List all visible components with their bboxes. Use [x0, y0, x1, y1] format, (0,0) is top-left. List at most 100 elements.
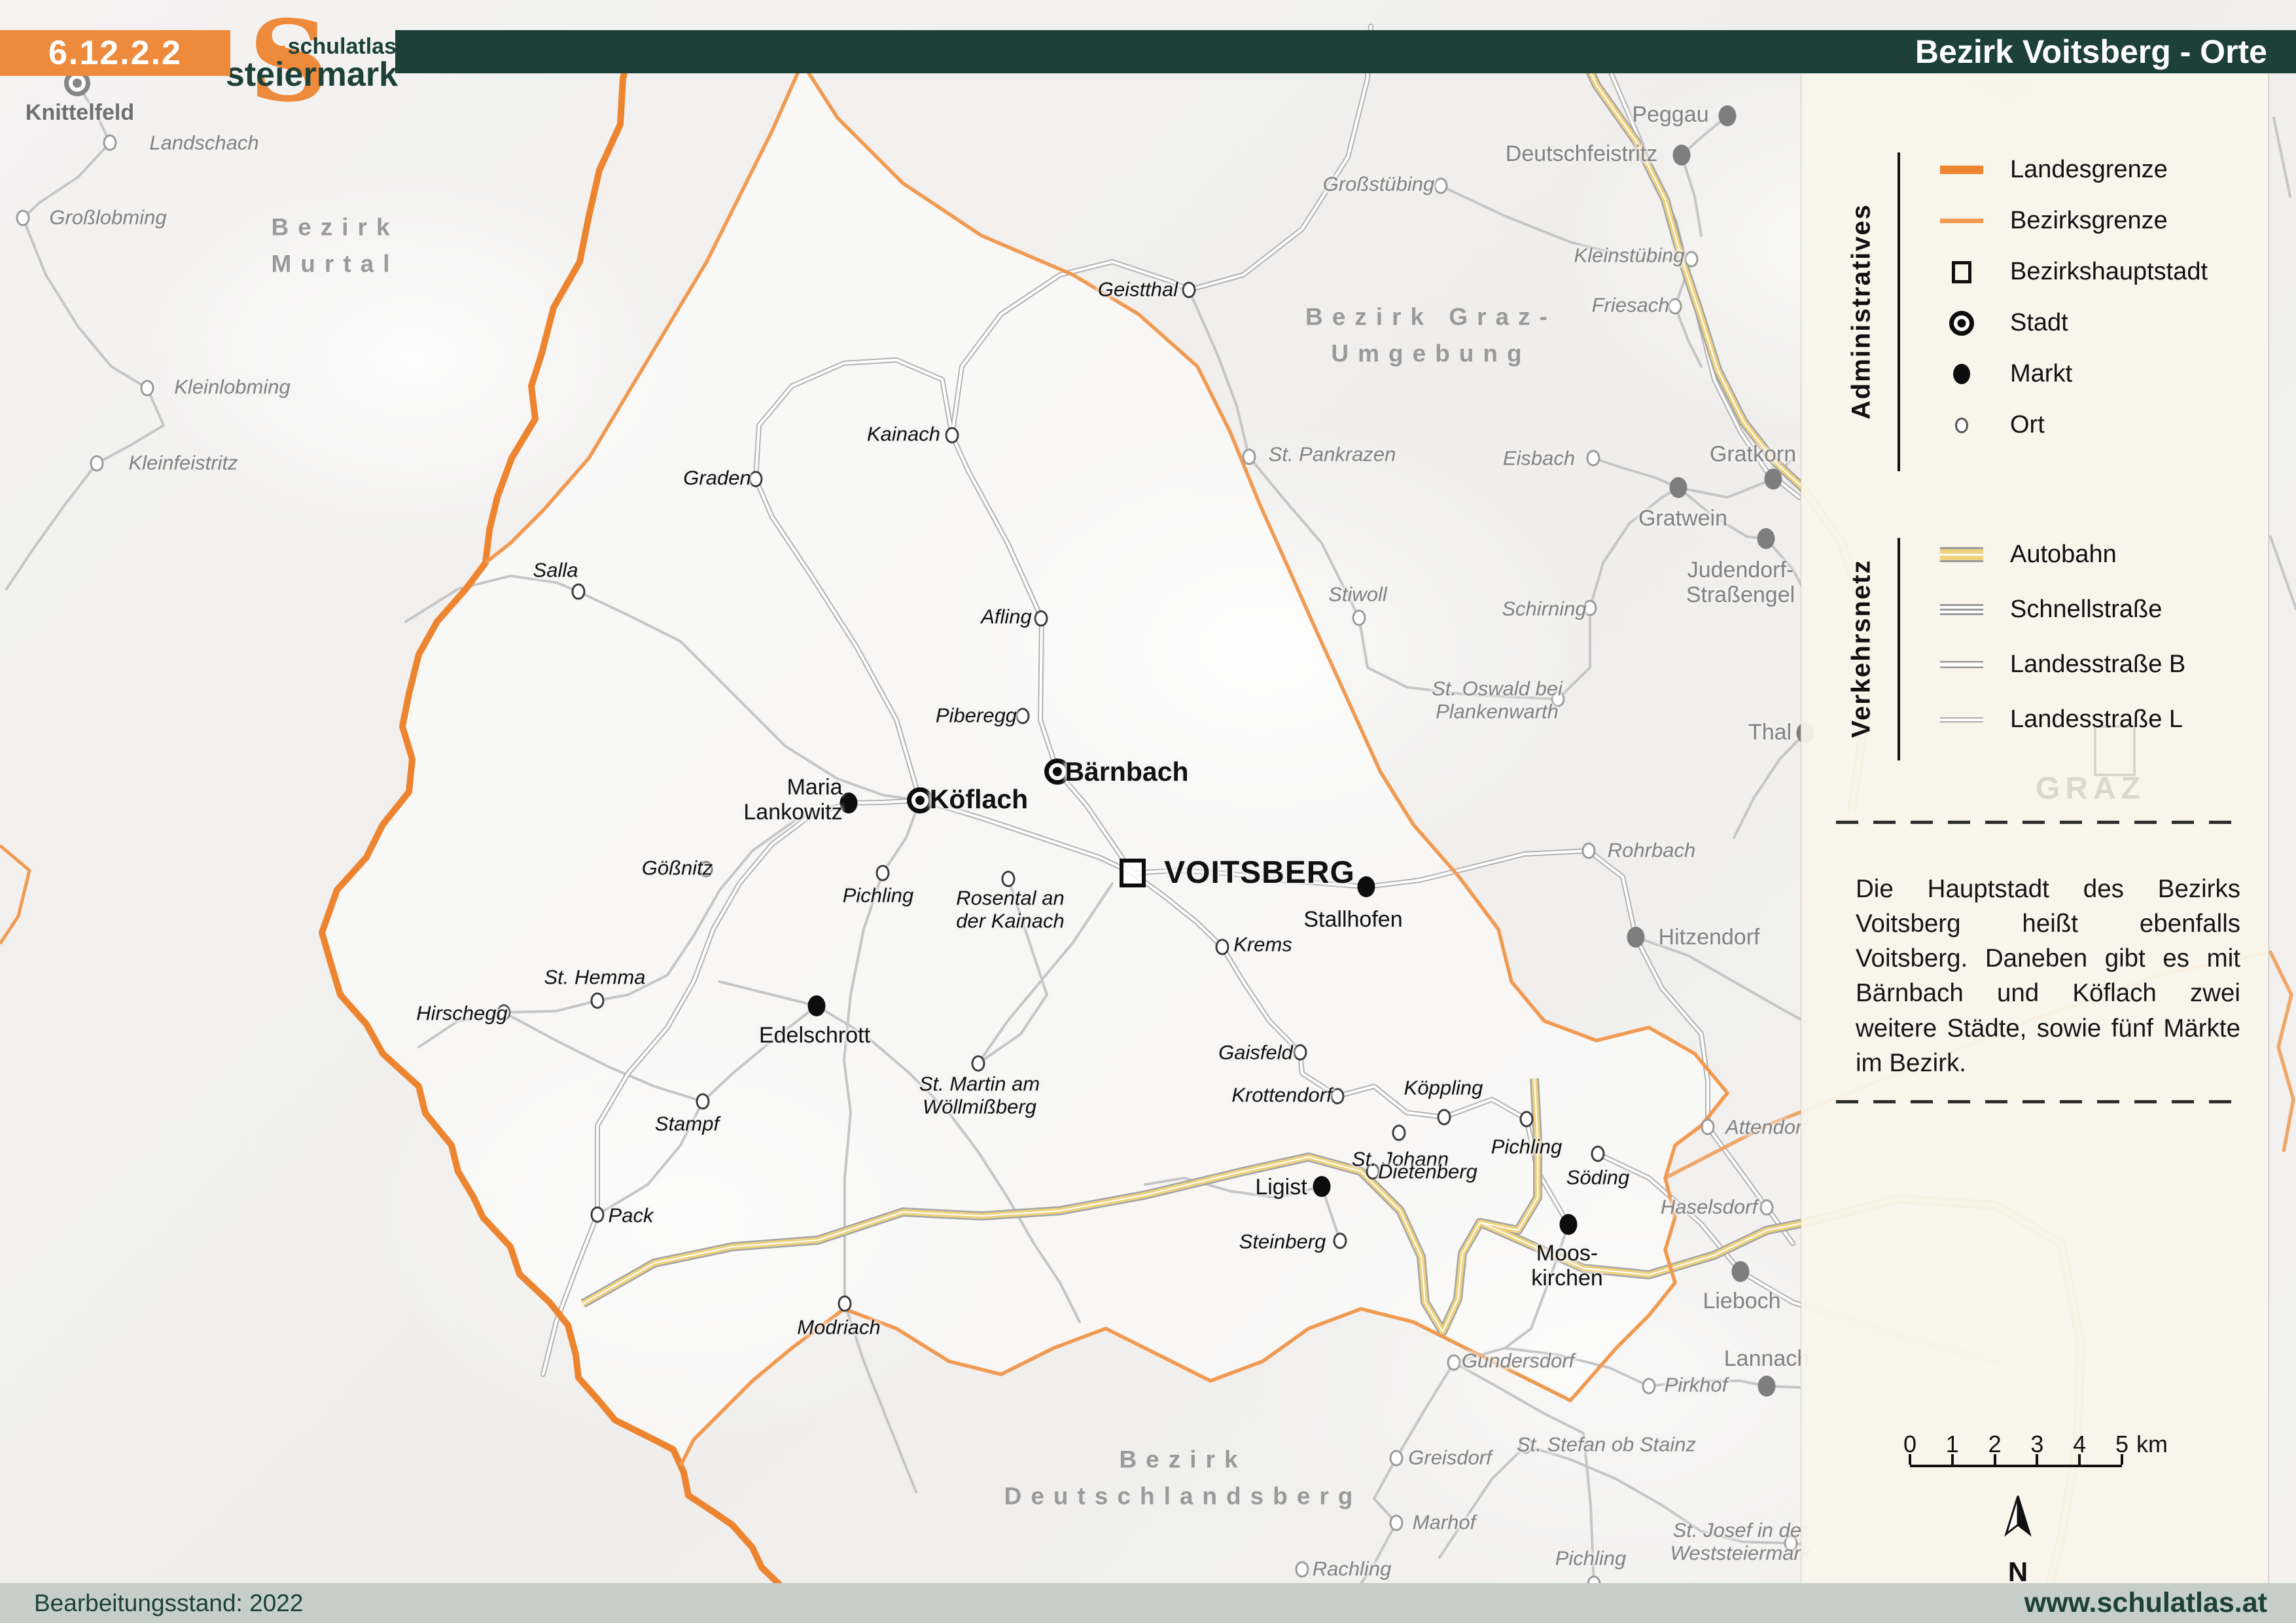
place-label: Hirschegg [416, 1003, 508, 1026]
legend-label: Landesstraße L [2010, 705, 2183, 734]
place-marker-ort [1591, 1146, 1605, 1162]
note-divider-top [1836, 821, 2236, 824]
place-marker-ort [1034, 611, 1048, 627]
place-marker-ort [1669, 298, 1682, 315]
place-marker-ort [1016, 708, 1030, 724]
place-marker-markt [1673, 145, 1691, 166]
place-label: VOITSBERG [1164, 855, 1355, 891]
place-label: Landschach [149, 132, 258, 155]
legend-symbol-schnell [1940, 604, 1983, 615]
place-marker-ort [1294, 1044, 1307, 1061]
place-marker-ort [1447, 1355, 1461, 1371]
place-label: St. Hemma [544, 967, 645, 990]
place-label: Knittelfeld [26, 100, 134, 125]
scale-unit: km [2136, 1431, 2168, 1458]
place-label: Kainach [867, 423, 940, 446]
place-marker-ort [1296, 1561, 1309, 1578]
district-area [322, 63, 1727, 1466]
place-label: St. Martin am Wöllmißberg [919, 1073, 1040, 1118]
place-marker-ort [1701, 1119, 1715, 1135]
place-label: Piberegg [936, 705, 1017, 728]
scale-tick [1994, 1454, 1996, 1465]
place-label: Kleinlobming [174, 376, 291, 399]
footer-url: www.schulatlas.at [2024, 1587, 2267, 1619]
legend-label: Bezirkshauptstadt [2010, 258, 2208, 286]
place-marker-ort [696, 1094, 710, 1110]
place-label: Großstübing [1323, 173, 1435, 196]
scale-tick [2121, 1454, 2123, 1465]
place-marker-ort [1760, 1200, 1774, 1216]
legend-item-line-thin: Bezirksgrenze [1930, 207, 2168, 235]
region-label: Bezirk Deutschlandsberg [1004, 1442, 1362, 1514]
graz-label: GRAZ [2036, 771, 2146, 807]
place-label: Kleinfeistritz [128, 452, 238, 475]
place-label: Pichling [1555, 1548, 1627, 1571]
place-marker-markt [1358, 876, 1375, 897]
place-label: Salla [533, 560, 578, 582]
place-marker-markt [808, 995, 826, 1016]
place-marker-ort [1182, 282, 1196, 298]
legend-divider-verkehr [1898, 538, 1900, 760]
place-marker-ort [1685, 251, 1699, 268]
place-label: Stiwoll [1328, 584, 1387, 607]
footer-status: Bearbeitungsstand: 2022 [34, 1590, 303, 1617]
region-label: Bezirk Murtal [271, 209, 398, 282]
district-note: Die Hauptstadt des Bezirks Voitsberg hei… [1856, 872, 2240, 1080]
title-bar: Bezirk Voitsberg - Orte [395, 30, 2296, 73]
legend-item-autobahn: Autobahn [1930, 541, 2117, 569]
scale-tick [1951, 1454, 1954, 1465]
footer-bar: Bearbeitungsstand: 2022 www.schulatlas.a… [0, 1583, 2296, 1623]
place-label: Gratwein [1638, 506, 1727, 531]
place-marker-markt [1560, 1214, 1578, 1235]
place-label: Steinberg [1239, 1231, 1326, 1254]
legend-item-ll: Landesstraße L [1930, 705, 2183, 734]
place-marker-ort [1390, 1450, 1404, 1467]
place-marker-ort [1390, 1515, 1404, 1531]
place-marker-ort [90, 455, 104, 472]
place-marker-markt [1313, 1176, 1331, 1197]
place-label: Bärnbach [1065, 757, 1188, 787]
place-marker-ort [1520, 1111, 1534, 1128]
legend-label: Schnellstraße [2010, 596, 2162, 624]
place-label: Pack [609, 1205, 654, 1228]
scale-tick [2036, 1454, 2038, 1465]
place-marker-ort [141, 380, 154, 397]
place-marker-ort [838, 1296, 852, 1312]
place-label: Judendorf- Straßengel [1686, 558, 1795, 607]
scale-bar-line [1910, 1465, 2122, 1467]
place-label: Edelschrott [759, 1023, 870, 1048]
place-label: Stampf [655, 1113, 719, 1136]
place-marker-ort [1243, 449, 1256, 465]
place-label: St. Josef in der Weststeiermark [1670, 1519, 1811, 1564]
place-label: Köflach [930, 785, 1028, 815]
place-label: Schirning [1502, 598, 1586, 621]
place-label: Söding [1566, 1167, 1630, 1190]
place-label: Rosental an der Kainach [956, 887, 1064, 932]
place-marker-hauptstadt [1120, 859, 1146, 887]
legend-item-markt: Markt [1930, 360, 2072, 388]
place-label: Gundersdorf [1462, 1350, 1574, 1373]
place-marker-markt [1627, 927, 1645, 948]
place-marker-ort [1333, 1233, 1347, 1249]
place-label: Köppling [1404, 1077, 1483, 1100]
place-label: St. Pankrazen [1269, 444, 1396, 467]
place-label: Attendorf [1725, 1116, 1808, 1139]
place-label: Krottendorf [1231, 1084, 1332, 1107]
legend-symbol-line-thin [1940, 219, 1983, 223]
place-marker-ort [591, 1207, 605, 1223]
place-marker-ort [572, 584, 586, 600]
note-divider-bottom [1836, 1100, 2236, 1103]
legend-item-ort: Ort [1930, 411, 2045, 439]
north-arrow: N [1997, 1493, 2039, 1556]
place-marker-ort [972, 1056, 985, 1072]
place-label: Thal [1748, 720, 1792, 745]
legend-label: Landesstraße B [2010, 651, 2185, 679]
place-label: Deutschfeistritz [1506, 141, 1657, 166]
place-label: Großlobming [49, 207, 166, 230]
legend-section-title-admin: Administratives [1847, 204, 1877, 419]
place-marker-markt [1719, 105, 1737, 126]
place-marker-ort [1434, 178, 1448, 194]
place-label: Eisbach [1503, 448, 1575, 471]
place-marker-ort [1002, 871, 1016, 887]
legend-symbol-lb [1940, 661, 1983, 668]
